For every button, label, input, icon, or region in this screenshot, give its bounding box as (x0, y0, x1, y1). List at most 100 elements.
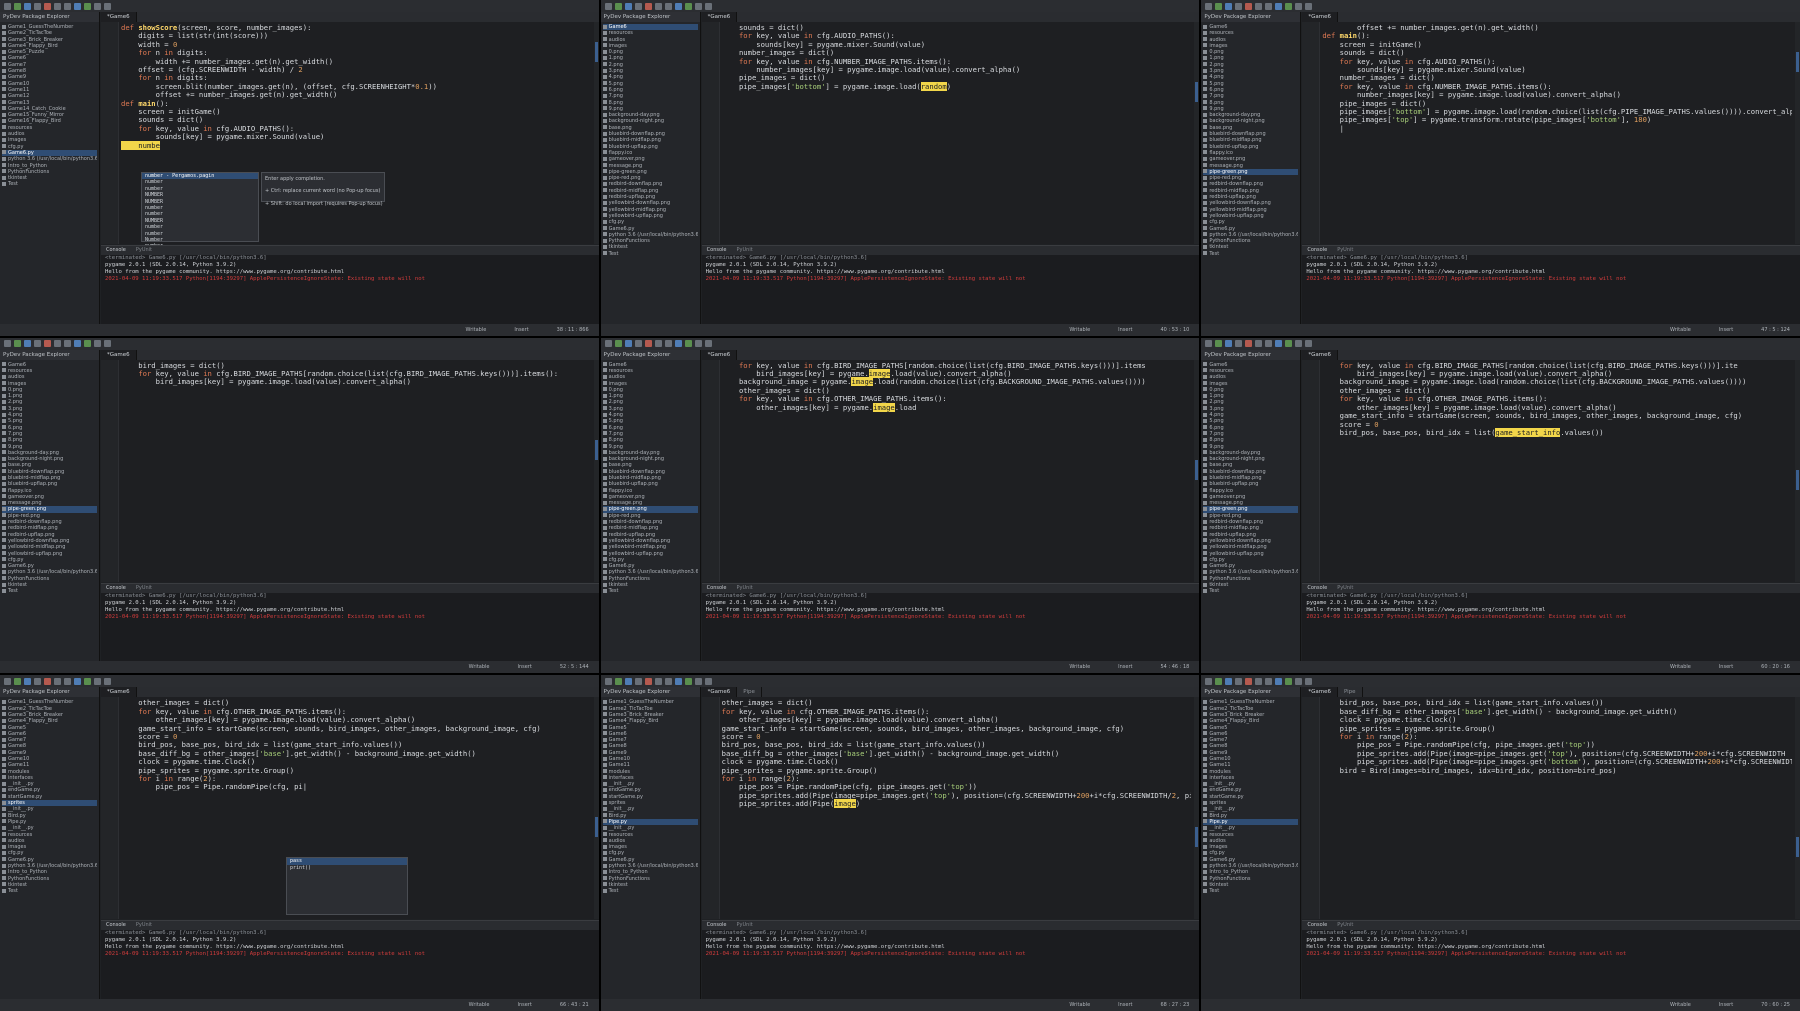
overview-ruler[interactable] (1194, 697, 1200, 920)
toolbar-button-icon[interactable] (1305, 677, 1313, 685)
toolbar-button-icon[interactable] (1205, 677, 1213, 685)
toolbar-button-icon[interactable] (664, 340, 672, 348)
toolbar-button-icon[interactable] (34, 340, 41, 348)
toolbar-button-icon[interactable] (24, 2, 31, 10)
toolbar-button-icon[interactable] (644, 2, 652, 10)
editor-tab[interactable]: *Game6 (701, 687, 738, 698)
pyunit-tab[interactable]: PyUnit (131, 246, 157, 255)
toolbar-button-icon[interactable] (624, 2, 632, 10)
pyunit-tab[interactable]: PyUnit (1332, 921, 1358, 930)
editor-tab[interactable]: *Game6 (1302, 687, 1338, 698)
toolbar-button-icon[interactable] (14, 677, 21, 685)
console-tab[interactable]: Console (101, 584, 131, 593)
toolbar-button-icon[interactable] (34, 2, 41, 10)
toolbar-button-icon[interactable] (1265, 677, 1273, 685)
toolbar-button-icon[interactable] (34, 677, 41, 685)
toolbar-button-icon[interactable] (1205, 2, 1213, 10)
toolbar-button-icon[interactable] (74, 677, 81, 685)
scroll-thumb[interactable] (594, 439, 598, 460)
toolbar-button-icon[interactable] (1205, 340, 1213, 348)
toolbar-button-icon[interactable] (614, 340, 622, 348)
toolbar-button-icon[interactable] (1215, 340, 1223, 348)
editor-tab[interactable]: *Game6 (101, 349, 137, 360)
completion-item[interactable]: print() (287, 865, 407, 871)
toolbar-button-icon[interactable] (684, 2, 692, 10)
explorer-tab[interactable]: PyDev Package Explorer (1201, 12, 1301, 22)
overview-ruler[interactable] (593, 697, 599, 920)
toolbar-button-icon[interactable] (1245, 2, 1253, 10)
explorer-tab[interactable]: PyDev Package Explorer (0, 349, 99, 360)
toolbar-button-icon[interactable] (4, 677, 11, 685)
code-text[interactable]: bird_pos, base_pos, bird_idx = list(game… (1322, 699, 1792, 919)
code-text[interactable]: sounds = dict() for key, value in cfg.AU… (722, 24, 1192, 244)
explorer-tab[interactable]: PyDev Package Explorer (1201, 687, 1301, 698)
toolbar-button-icon[interactable] (1235, 340, 1243, 348)
toolbar-button-icon[interactable] (654, 2, 662, 10)
toolbar-button-icon[interactable] (644, 677, 652, 685)
toolbar-button-icon[interactable] (704, 677, 712, 685)
toolbar-button-icon[interactable] (1275, 677, 1283, 685)
toolbar-button-icon[interactable] (654, 340, 662, 348)
tree-item[interactable]: Test (602, 588, 698, 594)
toolbar-button-icon[interactable] (604, 2, 612, 10)
overview-ruler[interactable] (1795, 359, 1800, 582)
toolbar-button-icon[interactable] (1255, 677, 1263, 685)
code-text[interactable]: bird_images = dict() for key, value in c… (121, 362, 591, 582)
toolbar-button-icon[interactable] (1285, 2, 1293, 10)
toolbar-button-icon[interactable] (1225, 677, 1233, 685)
toolbar-button-icon[interactable] (54, 677, 61, 685)
console-tab[interactable]: Console (1302, 246, 1332, 255)
explorer-tab[interactable]: PyDev Package Explorer (1201, 349, 1301, 360)
tree-item[interactable]: Test (2, 181, 97, 187)
tree-item[interactable]: Test (2, 588, 97, 594)
pyunit-tab[interactable]: PyUnit (732, 584, 758, 593)
toolbar-button-icon[interactable] (54, 2, 61, 10)
toolbar-button-icon[interactable] (84, 340, 91, 348)
toolbar-button-icon[interactable] (664, 2, 672, 10)
toolbar-button-icon[interactable] (1225, 2, 1233, 10)
toolbar-button-icon[interactable] (1255, 2, 1263, 10)
toolbar-button-icon[interactable] (684, 677, 692, 685)
toolbar-button-icon[interactable] (1265, 2, 1273, 10)
overview-ruler[interactable] (593, 359, 599, 582)
editor-tab[interactable]: *Game6 (701, 349, 738, 360)
tree-item[interactable]: Test (1203, 251, 1298, 257)
toolbar-button-icon[interactable] (624, 677, 632, 685)
toolbar-button-icon[interactable] (634, 677, 642, 685)
toolbar-button-icon[interactable] (1285, 677, 1293, 685)
toolbar-button-icon[interactable] (104, 340, 111, 348)
toolbar-button-icon[interactable] (1265, 340, 1273, 348)
overview-ruler[interactable] (1795, 697, 1800, 920)
tree-item[interactable]: Test (2, 888, 97, 894)
console-tab[interactable]: Console (1302, 584, 1332, 593)
toolbar-button-icon[interactable] (1275, 2, 1283, 10)
toolbar-button-icon[interactable] (604, 677, 612, 685)
toolbar-button-icon[interactable] (24, 677, 31, 685)
code-text[interactable]: for key, value in cfg.BIRD_IMAGE_PATHS[r… (722, 362, 1192, 582)
overview-ruler[interactable] (1194, 22, 1200, 244)
toolbar-button-icon[interactable] (674, 340, 682, 348)
code-text[interactable]: offset += number_images.get(n).get_width… (1322, 24, 1792, 244)
console-tab[interactable]: Console (101, 246, 131, 255)
editor-tab[interactable]: *Game6 (701, 12, 738, 22)
pyunit-tab[interactable]: PyUnit (732, 246, 758, 255)
toolbar-button-icon[interactable] (694, 340, 702, 348)
toolbar-button-icon[interactable] (84, 677, 91, 685)
console-tab[interactable]: Console (1302, 921, 1332, 930)
toolbar-button-icon[interactable] (1245, 340, 1253, 348)
autocomplete-popup[interactable]: number - Pergamos.pagin number number NUMBE… (141, 172, 259, 262)
toolbar-button-icon[interactable] (104, 2, 111, 10)
overview-ruler[interactable] (593, 22, 599, 244)
toolbar-button-icon[interactable] (74, 2, 81, 10)
toolbar-button-icon[interactable] (624, 340, 632, 348)
toolbar-button-icon[interactable] (674, 2, 682, 10)
toolbar-button-icon[interactable] (104, 677, 111, 685)
console-tab[interactable]: Console (702, 921, 732, 930)
pyunit-tab[interactable]: PyUnit (732, 921, 758, 930)
toolbar-button-icon[interactable] (1275, 340, 1283, 348)
toolbar-button-icon[interactable] (644, 340, 652, 348)
toolbar-button-icon[interactable] (1295, 340, 1303, 348)
toolbar-button-icon[interactable] (654, 677, 662, 685)
toolbar-button-icon[interactable] (4, 2, 11, 10)
toolbar-button-icon[interactable] (94, 340, 101, 348)
